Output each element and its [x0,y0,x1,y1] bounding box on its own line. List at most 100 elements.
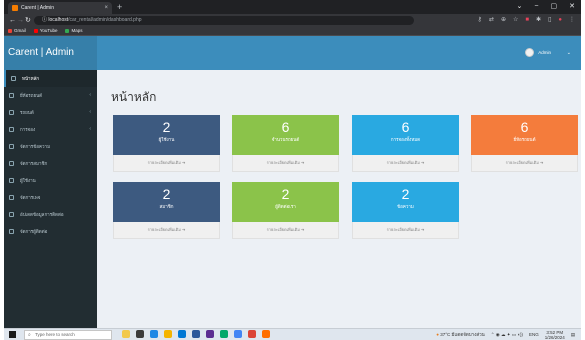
zoom-icon[interactable]: ⊕ [501,14,506,27]
browser-window: Carent | Admin × + ⌄ − ▢ ✕ ← → ↻ ⓘ local… [4,0,581,340]
more-info-link[interactable]: รายละเอียดเพิ่มเติม ➔ [232,155,339,172]
xampp-icon[interactable] [262,330,270,338]
stat-box-top: 6 ยี่ห้อรถยนต์ [471,115,578,155]
stat-label: ผู้ติดต่อเรา [275,204,296,209]
chrome-icon[interactable] [234,330,242,338]
stat-label: ผู้ใช้งาน [158,137,175,142]
stat-box-top: 2 ผู้ใช้งาน [113,115,220,155]
url-input[interactable]: ⓘ localhost/car_rental/admin/dashboard.p… [34,16,414,25]
stat-count: 6 [281,119,290,135]
search-icon: ⌕ [28,332,31,338]
back-icon[interactable]: ← [9,14,16,27]
taskbar-search-input[interactable]: ⌕ Type here to search [24,330,112,340]
windows-start-icon[interactable] [9,331,16,338]
key-icon[interactable]: ⚷ [478,14,482,27]
browser-tab[interactable]: Carent | Admin × [8,2,112,14]
gmail-icon [8,28,12,33]
close-window-button[interactable]: ✕ [569,0,575,14]
sidebar-item-pages[interactable]: จัดการเพจ [4,189,97,206]
avatar [525,48,535,58]
stat-count: 2 [162,119,171,135]
more-info-link[interactable]: รายละเอียดเพิ่มเติม ➔ [352,222,459,239]
app-header: Carent | Admin Admin ⌄ [4,36,581,70]
dashboard-icon [11,76,16,81]
files-icon [9,93,14,98]
comment-icon [9,144,14,149]
widgets-icon[interactable] [122,330,130,338]
minimize-button[interactable]: − [534,0,538,14]
stat-count: 2 [401,186,410,202]
stat-box-bookings: 6 การจองทั้งหมด รายละเอียดเพิ่มเติม ➔ [352,115,459,172]
extension-icon[interactable]: ■ [525,14,529,27]
chevron-down-icon[interactable]: ⌄ [567,48,571,58]
forward-icon[interactable]: → [17,14,24,27]
maximize-button[interactable]: ▢ [551,0,558,14]
stat-box-messages: 2 ข้อความ รายละเอียดเพิ่มเติม ➔ [352,182,459,239]
more-info-link[interactable]: รายละเอียดเพิ่มเติม ➔ [113,155,220,172]
sidebar-item-cars[interactable]: รถยนต์ ‹ [4,104,97,121]
stat-box-top: 6 การจองทั้งหมด [352,115,459,155]
stat-label: สมาชิก [159,204,174,209]
sidebar-item-dashboard[interactable]: หน้าหลัก [4,70,97,87]
sidebar-item-members[interactable]: จัดการสมาชิก [4,155,97,172]
main-content: หน้าหลัก 2 ผู้ใช้งาน รายละเอียดเพิ่มเติม… [97,70,581,328]
more-info-link[interactable]: รายละเอียดเพิ่มเติม ➔ [113,222,220,239]
page-icon [9,195,14,200]
file-explorer-icon[interactable] [164,330,172,338]
bookmark-maps[interactable]: Maps [65,27,82,35]
edit-icon [9,212,14,217]
edge-icon[interactable] [150,330,158,338]
more-info-link[interactable]: รายละเอียดเพิ่มเติม ➔ [471,155,578,172]
vscode-icon[interactable] [206,330,214,338]
sidebar-item-contacts[interactable]: จัดการผู้ติดต่อ [4,223,97,240]
sidebar-item-contact-info[interactable]: อัปเดตข้อมูลการติดต่อ [4,206,97,223]
taskbar-apps [122,330,270,338]
more-info-link[interactable]: รายละเอียดเพิ่มเติม ➔ [232,222,339,239]
menu-icon[interactable]: ⋮ [569,14,575,27]
bookmark-gmail[interactable]: Gmail [8,27,26,35]
more-info-link[interactable]: รายละเอียดเพิ่มเติม ➔ [352,155,459,172]
language-indicator[interactable]: ENG [529,329,539,340]
chevron-left-icon: ‹ [89,92,91,98]
car-icon [9,110,14,115]
store-icon[interactable] [178,330,186,338]
browser-app-icon[interactable] [248,330,256,338]
window-controls: ⌄ − ▢ ✕ [517,0,575,14]
stat-count: 6 [401,119,410,135]
sidebar-item-messages[interactable]: จัดการข้อความ [4,138,97,155]
translate-icon[interactable]: ⇄ [489,14,494,27]
sidepanel-icon[interactable]: ▯ [548,14,551,27]
stat-box-top: 2 ข้อความ [352,182,459,222]
favicon-icon [12,5,18,11]
taskbar: ⌕ Type here to search ● 37°C มีแดดจัดบางส… [4,328,581,340]
task-view-icon[interactable] [136,330,144,338]
notification-icon[interactable]: ▤ [571,329,575,340]
stat-box-top: 2 สมาชิก [113,182,220,222]
stat-box-users: 2 ผู้ใช้งาน รายละเอียดเพิ่มเติม ➔ [113,115,220,172]
user-menu[interactable]: Admin [525,48,551,58]
clock[interactable]: 3:52 PM 1/26/2024 [545,329,565,340]
close-tab-icon[interactable]: × [104,2,108,14]
tab-title: Carent | Admin [21,5,54,11]
sidebar-item-brands[interactable]: ยี่ห้อรถยนต์ ‹ [4,87,97,104]
sidebar-item-users[interactable]: ผู้ใช้งาน [4,172,97,189]
tray-icons[interactable]: ⌃ ◉ ☁ ✦ ▭ ◖)) [491,329,523,340]
maps-icon [65,28,70,33]
app-icon[interactable] [220,330,228,338]
clock-date: 1/26/2024 [544,335,565,340]
mail-icon[interactable] [192,330,200,338]
sidebar-item-bookings[interactable]: การจอง ‹ [4,121,97,138]
tab-bar: Carent | Admin × + ⌄ − ▢ ✕ [4,0,581,14]
stat-label: การจองทั้งหมด [390,137,421,142]
sun-icon: ● [436,332,439,337]
profile-icon[interactable]: ● [558,14,562,27]
bookmark-star-icon[interactable]: ☆ [513,14,518,27]
puzzle-icon[interactable]: ✱ [536,14,541,27]
new-tab-button[interactable]: + [117,1,122,13]
bookmark-youtube[interactable]: YouTube [33,27,57,35]
weather-widget[interactable]: ● 37°C มีแดดจัดบางส่วน [436,329,485,340]
app-logo[interactable]: Carent | Admin [4,36,97,70]
reload-icon[interactable]: ↻ [25,14,31,27]
search-placeholder: Type here to search [35,332,75,337]
tab-search-icon[interactable]: ⌄ [517,0,523,14]
